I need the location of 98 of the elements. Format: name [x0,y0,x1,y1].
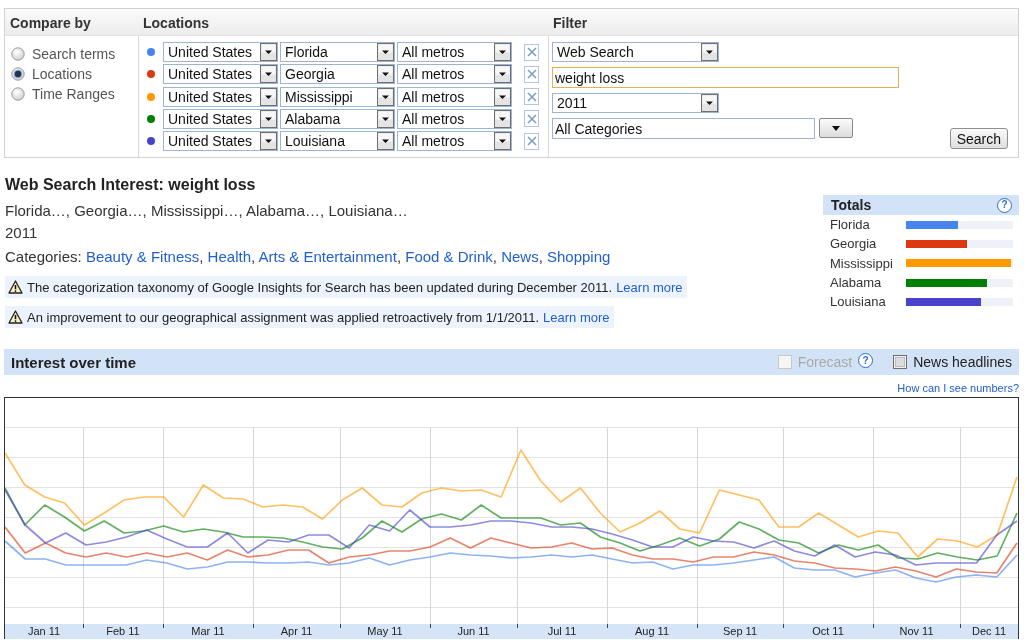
close-icon [526,47,537,57]
warning-icon [8,310,23,324]
caret-icon [260,65,277,84]
query-input[interactable]: weight loss [552,67,899,88]
radio-label: Locations [32,66,92,82]
help-icon[interactable]: ? [858,353,874,368]
close-icon [526,136,537,147]
month-label: Nov 11 [899,624,934,639]
checkbox[interactable] [893,355,908,369]
remove-button[interactable] [524,43,539,61]
caret-icon [260,87,277,106]
period-dropdown[interactable]: 2011 [552,93,719,113]
caret-icon [494,87,511,106]
locations-summary: Florida…, Georgia…, Mississippi…, Alabama…, Louisiana… [5,201,408,221]
month-label: Jul 11 [547,624,577,639]
metro-dropdown[interactable]: All metros [397,64,512,85]
category-link[interactable]: Shopping [547,248,611,265]
caret-icon [494,109,511,128]
region-dropdown[interactable]: Georgia [280,64,395,85]
caret-icon [701,94,718,112]
category-field[interactable]: All Categories [552,118,815,139]
help-icon[interactable]: ? [997,197,1012,213]
section-heading: Compare by [10,15,91,31]
metro-dropdown[interactable]: All metros [397,86,512,107]
radio-button[interactable] [11,87,25,101]
location-name: Georgia [830,236,878,252]
month-label: Dec 11 [971,624,1006,639]
month-label: Sep 11 [722,624,758,639]
month-label: Jan 11 [27,624,61,639]
category-link[interactable]: Arts & Entertainment [258,248,397,265]
totals-title: Totals [831,197,872,213]
caret-icon [701,43,718,61]
remove-button[interactable] [524,65,539,83]
location-name: Mississippi [830,255,894,271]
radio-label: Time Ranges [32,86,115,102]
close-icon [526,69,537,80]
period-text: 2011 [5,223,38,243]
warning-icon [8,280,23,294]
caret-icon [494,132,511,151]
metro-dropdown[interactable]: All metros [397,108,512,129]
caret-icon [377,65,394,84]
close-icon [526,113,537,124]
month-label: Oct 11 [812,624,844,639]
metro-dropdown[interactable]: All metros [397,42,512,62]
caret-icon [377,87,394,106]
caret-icon [377,109,394,128]
category-dropdown-button[interactable] [819,118,853,138]
caret-icon [377,43,394,61]
learn-more-link[interactable]: Learn more [543,309,610,325]
caret-icon [832,125,840,131]
country-dropdown[interactable]: United States [163,108,278,129]
close-icon [526,91,537,102]
month-label: Apr 11 [280,624,313,639]
metro-dropdown[interactable]: All metros [397,131,512,152]
region-dropdown[interactable]: Florida [280,42,395,62]
checkbox-label: Forecast [797,354,853,370]
country-dropdown[interactable]: United States [163,86,278,107]
remove-button[interactable] [524,132,539,150]
country-dropdown[interactable]: United States [163,42,278,62]
numbers-help-link[interactable]: How can I see numbers? [897,381,1019,396]
radio-label: Search terms [32,46,116,62]
month-label: Jun 11 [457,624,490,639]
categories-line: Categories: Beauty & Fitness, Health, Arts & Entertainment, Food & Drink, News, Shopping [5,247,611,267]
month-label: Feb 11 [106,624,140,639]
section-heading: Filter [553,15,588,31]
search-type-dropdown[interactable]: Web Search [552,42,719,62]
region-dropdown[interactable]: Louisiana [280,131,395,152]
category-link[interactable]: News [501,248,539,265]
region-dropdown[interactable]: Mississippi [280,86,395,107]
country-dropdown[interactable]: United States [163,131,278,152]
country-dropdown[interactable]: United States [163,64,278,85]
radio-button[interactable] [11,47,25,61]
caret-icon [260,43,277,61]
section-title: Interest over time [11,353,137,371]
caret-icon [377,132,394,151]
notice-text: An improvement to our geographical assignment was applied retroactively from 1/1/2011. [27,309,540,325]
remove-button[interactable] [524,110,539,128]
month-label: Aug 11 [634,624,670,639]
category-link[interactable]: Food & Drink [405,248,493,265]
location-name: Alabama [830,275,883,291]
location-name: Louisiana [830,294,887,310]
checkbox-label: News headlines [913,354,1012,370]
search-button[interactable]: Search [949,128,1008,149]
month-label: May 11 [367,624,403,639]
location-name: Florida [830,217,871,233]
month-label: Mar 11 [191,624,225,639]
caret-icon [260,109,277,128]
radio-button[interactable] [11,67,25,81]
results-title: Web Search Interest: weight loss [5,175,256,195]
notice-text: The categorization taxonomy of Google Insights for Search has been updated during December 2011. [27,279,613,295]
learn-more-link[interactable]: Learn more [616,279,683,295]
region-dropdown[interactable]: Alabama [280,108,395,129]
category-link[interactable]: Health [207,248,251,265]
section-heading: Locations [143,15,210,31]
remove-button[interactable] [524,88,539,106]
caret-icon [260,132,277,151]
caret-icon [494,65,511,84]
caret-icon [494,43,511,61]
